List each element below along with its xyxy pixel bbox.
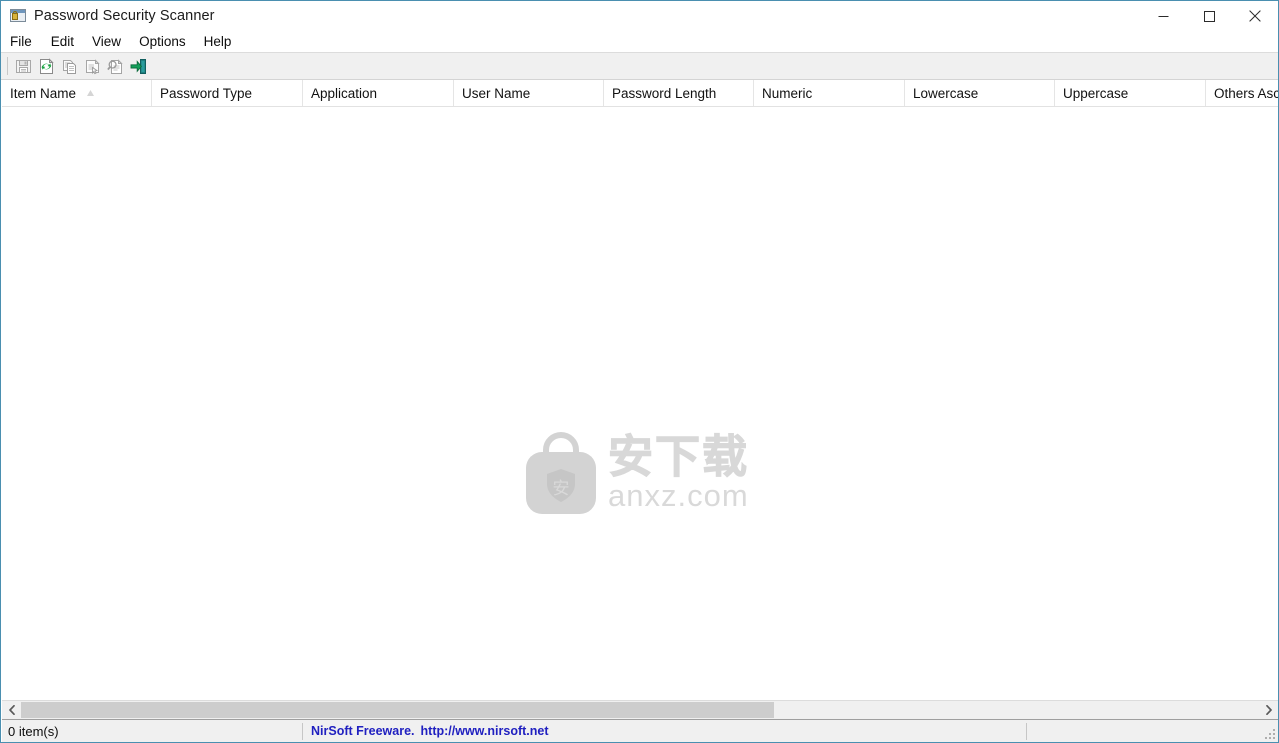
save-button[interactable] [12,55,35,77]
menu-item-edit[interactable]: Edit [42,32,83,52]
close-button[interactable] [1232,1,1278,31]
window-title: Password Security Scanner [34,8,215,24]
column-header-label: Lowercase [913,86,979,101]
column-header-lowercase[interactable]: Lowercase [905,80,1055,106]
main-window: Password Security Scanner File Edit View… [0,0,1279,743]
toolbar [1,52,1278,80]
status-extra-pane [1026,720,1277,742]
column-header-password-length[interactable]: Password Length [604,80,754,106]
caption-button-group [1140,1,1278,31]
anxz-watermark: 安 安下载 anxz.com [522,430,762,527]
menu-bar: File Edit View Options Help [1,31,1278,52]
column-header-label: User Name [462,86,531,101]
column-header-numeric[interactable]: Numeric [754,80,905,106]
column-header-label: Others Ascii [1214,86,1278,101]
exit-button[interactable] [127,55,150,77]
chevron-right-icon[interactable] [1259,701,1278,719]
menu-item-view[interactable]: View [83,32,130,52]
column-header-label: Item Name [10,86,77,101]
properties-button[interactable] [81,55,104,77]
column-header-label: Password Length [612,86,717,101]
nirsoft-credit-label: NirSoft Freeware. [311,724,415,738]
column-header-password-type[interactable]: Password Type [152,80,303,106]
horizontal-scrollbar[interactable] [2,700,1278,719]
app-window-lock-icon [10,8,26,24]
sort-ascending-icon [86,89,95,98]
html-report-button[interactable] [104,55,127,77]
column-header-application[interactable]: Application [303,80,454,106]
column-header-label: Numeric [762,86,813,101]
column-header-others-ascii[interactable]: Others Ascii [1206,80,1278,106]
toolbar-separator [7,57,8,75]
copy-button[interactable] [58,55,81,77]
title-bar: Password Security Scanner [1,1,1278,31]
menu-item-options[interactable]: Options [130,32,195,52]
scrollbar-track[interactable] [21,701,1259,719]
nirsoft-website-link[interactable]: http://www.nirsoft.net [421,724,549,738]
column-header-label: Application [311,86,378,101]
menu-item-file[interactable]: File [10,32,42,52]
column-header-uppercase[interactable]: Uppercase [1055,80,1206,106]
menu-item-help[interactable]: Help [195,32,241,52]
maximize-button[interactable] [1186,1,1232,31]
list-column-header: Item Name Password Type Application User… [2,80,1278,107]
anxz-bag-shield-icon: 安 [522,432,600,518]
svg-text:安: 安 [553,479,570,499]
status-item-count: 0 item(s) [8,723,59,739]
column-header-user-name[interactable]: User Name [454,80,604,106]
column-header-item-name[interactable]: Item Name [2,80,152,106]
column-header-label: Password Type [160,86,253,101]
chevron-left-icon[interactable] [2,701,21,719]
status-credit-pane: NirSoft Freeware. http://www.nirsoft.net [302,720,1026,742]
resize-grip-icon[interactable] [1263,727,1276,740]
column-header-label: Uppercase [1063,86,1129,101]
refresh-button[interactable] [35,55,58,77]
watermark-chinese-text: 安下载 [607,430,750,483]
list-view-body[interactable]: 安 安下载 anxz.com [2,107,1278,700]
minimize-button[interactable] [1140,1,1186,31]
status-bar: 0 item(s) NirSoft Freeware. http://www.n… [2,719,1278,742]
watermark-site-text: anxz.com [608,478,749,513]
scrollbar-thumb[interactable] [21,702,774,718]
